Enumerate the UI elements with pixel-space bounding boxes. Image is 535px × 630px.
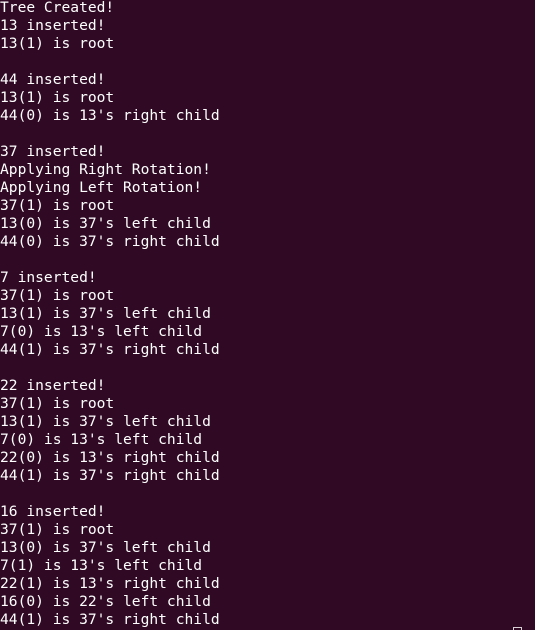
terminal-line: Tree Created! xyxy=(0,0,115,16)
terminal-window[interactable]: Tree Created! 13 inserted! 13(1) is root… xyxy=(0,0,535,630)
terminal-line: 37(1) is root xyxy=(0,395,115,412)
terminal-line: 44(1) is 37's right child xyxy=(0,467,220,484)
terminal-line: 13 inserted! xyxy=(0,17,106,34)
terminal-line: 44(1) is 37's right child xyxy=(0,341,220,358)
terminal-line: 7(1) is 13's left child xyxy=(0,557,203,574)
terminal-line: 37 inserted! xyxy=(0,143,106,160)
terminal-line: 13(0) is 37's left child xyxy=(0,539,211,556)
terminal-line: 44(0) is 37's right child xyxy=(0,233,220,250)
terminal-line: 13(1) is 37's left child xyxy=(0,305,211,322)
terminal-line: 16(0) is 22's left child xyxy=(0,593,211,610)
terminal-line: 16 inserted! xyxy=(0,503,106,520)
terminal-line: 44(0) is 13's right child xyxy=(0,107,220,124)
terminal-line: 44(1) is 37's right child xyxy=(0,611,220,628)
terminal-line: 22(0) is 13's right child xyxy=(0,449,220,466)
terminal-line: 7(0) is 13's left child xyxy=(0,431,203,448)
terminal-output: Tree Created! 13 inserted! 13(1) is root… xyxy=(0,0,535,629)
terminal-line: 13(1) is root xyxy=(0,35,115,52)
terminal-line: 37(1) is root xyxy=(0,287,115,304)
terminal-line: 22(1) is 13's right child xyxy=(0,575,220,592)
terminal-line: 13(1) is 37's left child xyxy=(0,413,211,430)
terminal-line: 7 inserted! xyxy=(0,269,97,286)
terminal-line: Applying Left Rotation! xyxy=(0,179,203,196)
terminal-line: 37(1) is root xyxy=(0,521,115,538)
terminal-line: 22 inserted! xyxy=(0,377,106,394)
terminal-line: 13(0) is 37's left child xyxy=(0,215,211,232)
terminal-line: 37(1) is root xyxy=(0,197,115,214)
terminal-line: 44 inserted! xyxy=(0,71,106,88)
terminal-line: Applying Right Rotation! xyxy=(0,161,211,178)
terminal-line: 13(1) is root xyxy=(0,89,115,106)
terminal-line: 7(0) is 13's left child xyxy=(0,323,203,340)
